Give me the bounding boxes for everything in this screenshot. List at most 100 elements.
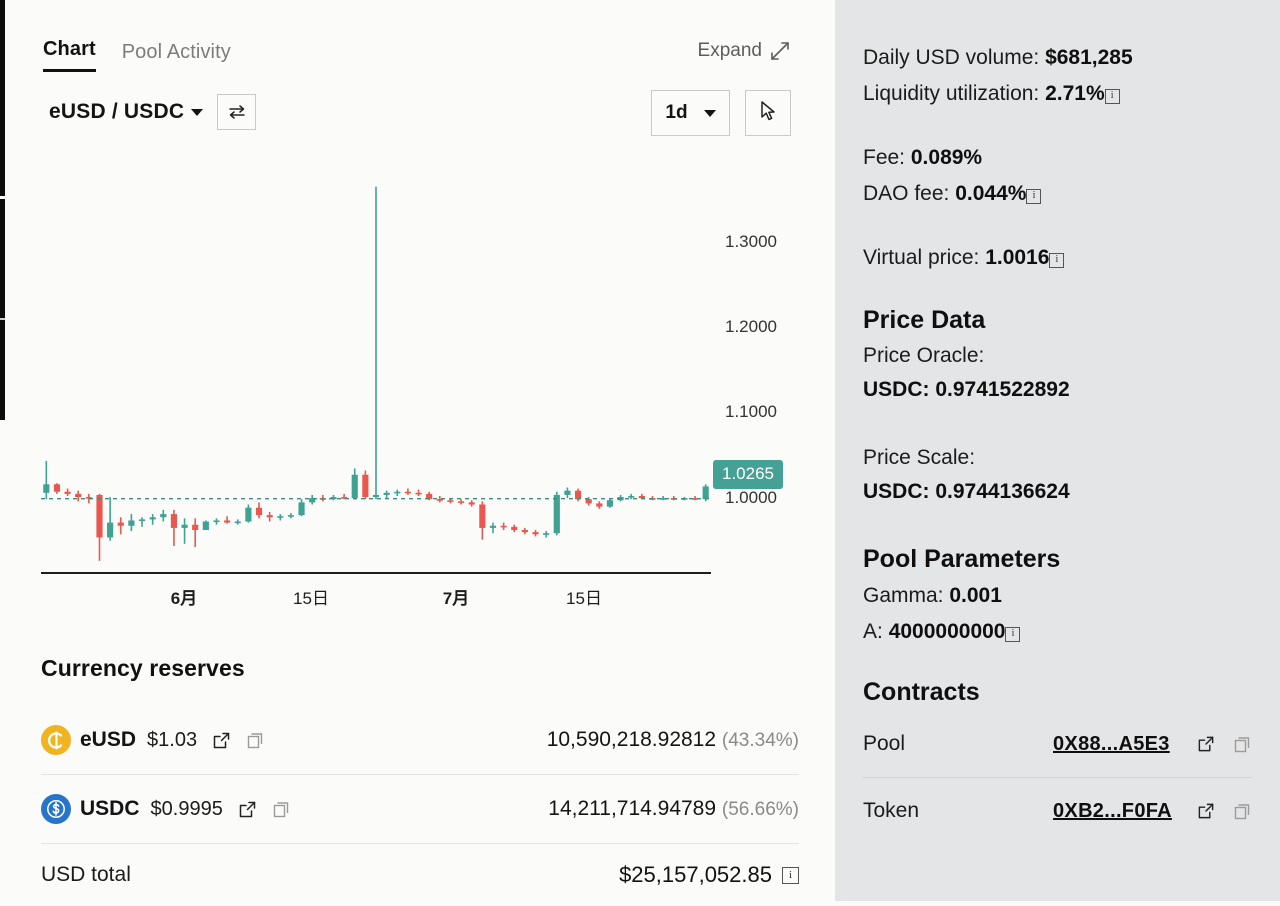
- param-label: A:: [863, 620, 883, 643]
- reserve-row-left: USDC $0.9995: [41, 794, 291, 824]
- x-tick-0: 6月: [171, 584, 197, 609]
- spacer: [863, 509, 1252, 545]
- table-row: USDC $0.9995: [41, 775, 799, 844]
- swap-pair-button[interactable]: [217, 94, 256, 130]
- external-link-icon[interactable]: [212, 731, 231, 750]
- current-price-badge: 1.0265: [713, 460, 783, 489]
- candlestick-plot[interactable]: [41, 160, 711, 580]
- copy-icon[interactable]: [246, 731, 265, 750]
- copy-icon[interactable]: [1233, 802, 1252, 821]
- spacer: [863, 212, 1252, 240]
- param-value: 0.001: [949, 584, 1002, 607]
- info-icon[interactable]: i: [1005, 627, 1020, 642]
- copy-icon[interactable]: [1233, 735, 1252, 754]
- reserve-symbol: eUSD: [80, 728, 136, 752]
- stat-value: 0.089%: [911, 146, 982, 169]
- pair-selector[interactable]: eUSD / USDC: [49, 100, 203, 124]
- reserve-amount: 10,590,218.92812: [547, 728, 716, 751]
- x-tick-3: 15日: [566, 584, 602, 609]
- stat-dao-fee: DAO fee: 0.044%i: [863, 176, 1252, 212]
- expand-button[interactable]: Expand: [698, 40, 791, 62]
- y-tick-1: 1.2000: [725, 317, 777, 337]
- cursor-tool-button[interactable]: [745, 90, 791, 136]
- contracts-title: Contracts: [863, 678, 1252, 707]
- sidebar-content: Daily USD volume: $681,285 Liquidity uti…: [835, 40, 1280, 844]
- main-panel: Chart Pool Activity Expand eUSD / USDC: [0, 0, 835, 901]
- param-label: Gamma:: [863, 584, 944, 607]
- external-link-icon[interactable]: [1197, 735, 1215, 753]
- chevron-down-icon: [704, 110, 716, 117]
- info-icon[interactable]: i: [1026, 189, 1041, 204]
- copy-icon[interactable]: [272, 800, 291, 819]
- contract-address-link[interactable]: 0XB2...F0FA: [1053, 800, 1172, 823]
- pair-selector-row: eUSD / USDC: [49, 94, 256, 130]
- contract-label: Token: [863, 799, 1053, 823]
- y-tick-3: 1.0000: [725, 488, 777, 508]
- timeframe-selector[interactable]: 1d: [651, 90, 730, 136]
- usdc-coin-icon: [41, 794, 71, 824]
- eusd-coin-icon: [41, 725, 71, 755]
- expand-label: Expand: [698, 40, 762, 62]
- param-gamma: Gamma: 0.001: [863, 578, 1252, 614]
- stat-label: DAO fee:: [863, 182, 949, 205]
- currency-reserves-section: Currency reserves eUSD $1.03: [41, 655, 799, 906]
- usd-total-label: USD total: [41, 863, 131, 887]
- table-row: eUSD $1.03: [41, 706, 799, 775]
- stat-liquidity-utilization: Liquidity utilization: 2.71%i: [863, 76, 1252, 112]
- external-link-icon[interactable]: [1197, 802, 1215, 820]
- y-tick-0: 1.3000: [725, 232, 777, 252]
- contract-label: Pool: [863, 732, 1053, 756]
- price-data-title: Price Data: [863, 306, 1252, 335]
- contract-address-link[interactable]: 0X88...A5E3: [1053, 733, 1170, 756]
- usd-total-row: USD total $25,157,052.85 i: [41, 844, 799, 906]
- reserve-price: $0.9995: [151, 798, 223, 821]
- tab-pool-activity[interactable]: Pool Activity: [122, 41, 231, 72]
- stat-virtual-price: Virtual price: 1.0016i: [863, 240, 1252, 276]
- price-scale-value: USDC: 0.9744136624: [863, 475, 1252, 509]
- pool-info-sidebar: Daily USD volume: $681,285 Liquidity uti…: [835, 0, 1280, 901]
- stat-fee: Fee: 0.089%: [863, 140, 1252, 176]
- tab-bar: Chart Pool Activity: [43, 38, 231, 72]
- price-chart[interactable]: 1.3000 1.2000 1.1000 1.0000 1.0265 6月 15…: [41, 160, 793, 620]
- x-axis-line: [41, 572, 711, 574]
- usd-total-value: $25,157,052.85: [619, 862, 772, 888]
- contract-actions: [1197, 802, 1252, 821]
- stat-value: $681,285: [1045, 46, 1133, 69]
- stat-value: 2.71%: [1045, 82, 1105, 105]
- param-value: 4000000000: [889, 620, 1006, 643]
- cursor-arrow-icon: [758, 100, 778, 127]
- info-icon[interactable]: i: [1105, 89, 1120, 104]
- usd-total-value-group: $25,157,052.85 i: [619, 862, 799, 888]
- currency-reserves-title: Currency reserves: [41, 655, 799, 682]
- spacer: [863, 407, 1252, 441]
- external-link-icon[interactable]: [238, 800, 257, 819]
- pool-detail-page: Chart Pool Activity Expand eUSD / USDC: [0, 0, 1280, 901]
- contract-row-token: Token 0XB2...F0FA: [863, 778, 1252, 844]
- reserve-row-left: eUSD $1.03: [41, 725, 265, 755]
- price-oracle-label: Price Oracle:: [863, 339, 1252, 373]
- x-tick-1: 15日: [293, 584, 329, 609]
- tab-chart[interactable]: Chart: [43, 38, 96, 72]
- reserve-symbol: USDC: [80, 797, 140, 821]
- spacer: [863, 650, 1252, 678]
- info-icon[interactable]: i: [782, 867, 799, 884]
- reserve-percent: (43.34%): [722, 730, 799, 751]
- y-tick-2: 1.1000: [725, 402, 777, 422]
- stat-label: Daily USD volume:: [863, 46, 1039, 69]
- chevron-down-icon: [191, 109, 203, 116]
- page-left-edge-strip: [0, 0, 5, 420]
- contract-actions: [1197, 735, 1252, 754]
- stat-value: 0.044%: [955, 182, 1026, 205]
- x-axis-labels: 6月 15日 7月 15日: [41, 584, 711, 614]
- param-a: A: 4000000000i: [863, 614, 1252, 650]
- reserve-row-right: 14,211,714.94789 (56.66%): [548, 797, 799, 821]
- stat-daily-usd-volume: Daily USD volume: $681,285: [863, 40, 1252, 76]
- stat-value: 1.0016: [985, 246, 1049, 269]
- reserve-price: $1.03: [147, 729, 197, 752]
- chart-controls: 1d: [651, 90, 791, 136]
- swap-arrows-icon: [227, 103, 247, 121]
- pair-label: eUSD / USDC: [49, 100, 184, 123]
- info-icon[interactable]: i: [1049, 253, 1064, 268]
- expand-diagonal-icon: [769, 40, 791, 62]
- contract-row-pool: Pool 0X88...A5E3: [863, 711, 1252, 778]
